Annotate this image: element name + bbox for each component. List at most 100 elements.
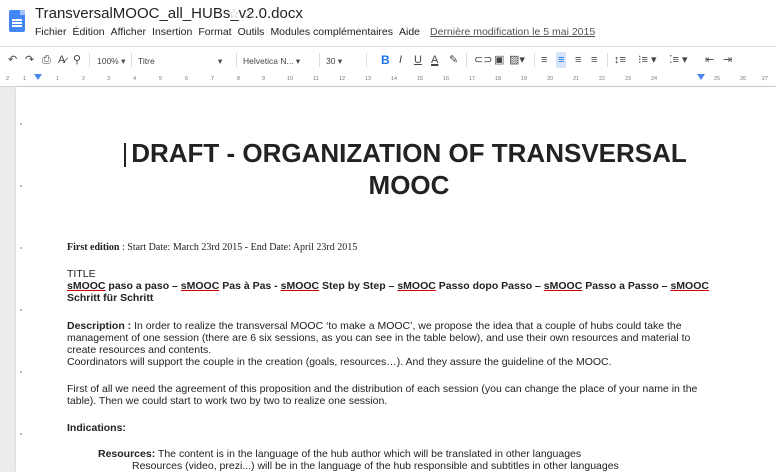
bold-icon[interactable]: B (381, 52, 390, 68)
ruler-mark: 4 (133, 76, 137, 82)
app-header: TransversalMOOC_all_HUBs_v2.0.docx ☆ ⛬ F… (0, 0, 776, 46)
edition-paragraph[interactable]: First edition : Start Date: March 23rd 2… (67, 242, 767, 254)
print-icon[interactable]: ⎙ (42, 52, 51, 68)
right-indent-marker[interactable] (697, 74, 705, 80)
italic-icon[interactable]: I (399, 52, 402, 68)
ruler-mark: 2 (6, 76, 10, 82)
description-line-2[interactable]: management of one session (there are 6 s… (67, 332, 767, 344)
title-part: Pas à Pas - (219, 280, 281, 292)
title-translations-line[interactable]: sMOOC paso a paso – sMOOC Pas à Pas - sM… (67, 280, 767, 292)
underline-icon[interactable]: U (414, 52, 422, 68)
align-justify-icon[interactable]: ≡ (591, 52, 597, 68)
zoom-select[interactable]: 100% ▾ (97, 53, 125, 69)
style-select[interactable]: Titre ▾ (138, 53, 228, 69)
increase-indent-icon[interactable]: ⇥ (723, 52, 732, 68)
align-right-icon[interactable]: ≡ (575, 52, 581, 68)
ruler-mark: 9 (262, 76, 266, 82)
image-icon[interactable]: ▨▾ (509, 52, 525, 68)
ruler-mark: 26 (740, 76, 747, 82)
menu-file[interactable]: Fichier (35, 26, 67, 38)
align-left-icon[interactable]: ≡ (541, 52, 547, 68)
smooc-word: sMOOC (670, 280, 709, 292)
document-page[interactable]: DRAFT - ORGANIZATION OF TRANSVERSAL MOOC… (16, 87, 776, 472)
font-select[interactable]: Helvetica N... ▾ (243, 53, 323, 69)
title-heading[interactable]: TITLE (67, 268, 767, 280)
agreement-line-2[interactable]: table). Then we could start to work two … (67, 395, 767, 407)
bulleted-list-icon[interactable]: ⁚≡ ▾ (669, 52, 688, 68)
ruler-mark: 16 (443, 76, 450, 82)
heading-line-1: DRAFT - ORGANIZATION OF TRANSVERSAL (131, 138, 687, 168)
size-value: 30 (326, 56, 336, 66)
numbered-list-icon[interactable]: ⁝≡ ▾ (638, 52, 657, 68)
resources-subline[interactable]: Resources (video, prezi...) will be in t… (132, 460, 776, 472)
docs-logo-icon[interactable] (9, 10, 25, 32)
menu-insert[interactable]: Insertion (152, 26, 192, 38)
document-heading[interactable]: DRAFT - ORGANIZATION OF TRANSVERSAL MOOC (104, 137, 714, 201)
document-title[interactable]: TransversalMOOC_all_HUBs_v2.0.docx (35, 5, 303, 22)
description-line-1: In order to realize the transversal MOOC… (131, 320, 682, 332)
ruler-mark: 21 (573, 76, 580, 82)
menu-bar: Fichier Édition Afficher Insertion Forma… (35, 26, 601, 38)
link-icon[interactable]: ⊂⊃ (474, 52, 492, 68)
undo-icon[interactable]: ↶ (8, 52, 17, 68)
redo-icon[interactable]: ↷ (25, 52, 34, 68)
star-icon[interactable]: ☆ (228, 6, 240, 22)
font-value: Helvetica N... (243, 56, 294, 66)
smooc-word: sMOOC (180, 280, 220, 292)
chevron-down-icon: ▾ (218, 56, 223, 66)
decrease-indent-icon[interactable]: ⇤ (705, 52, 714, 68)
menu-view[interactable]: Afficher (111, 26, 146, 38)
ruler-mark: 14 (391, 76, 398, 82)
align-center-icon[interactable]: ≡ (556, 52, 567, 68)
left-indent-marker[interactable] (34, 74, 42, 80)
menu-addons[interactable]: Modules complémentaires (270, 26, 393, 38)
ruler-mark: 11 (313, 76, 319, 82)
title-part: Step by Step – (319, 280, 398, 292)
ruler-mark: 22 (599, 76, 606, 82)
description-line-4[interactable]: Coordinators will support the couple in … (67, 356, 767, 368)
menu-edit[interactable]: Édition (73, 26, 105, 38)
edition-text: : Start Date: March 23rd 2015 - End Date… (119, 242, 358, 253)
highlight-icon[interactable]: ✎ (449, 52, 458, 68)
ruler-mark: 5 (159, 76, 163, 82)
ruler-mark: 20 (547, 76, 554, 82)
text-color-icon[interactable]: A (431, 52, 438, 68)
smooc-word: sMOOC (67, 280, 106, 292)
indications-heading[interactable]: Indications: (67, 422, 767, 434)
smooc-word: sMOOC (280, 280, 320, 292)
heading-line-2: MOOC (368, 170, 450, 200)
ruler-mark: 27 (762, 76, 769, 82)
resources-text: The content is in the language of the hu… (155, 448, 582, 460)
size-select[interactable]: 30 ▾ (326, 53, 342, 69)
line-spacing-icon[interactable]: ↕≡ (614, 52, 626, 68)
smooc-word: sMOOC (397, 280, 436, 292)
ruler-mark: 23 (625, 76, 632, 82)
paint-format-icon[interactable]: ⚲ (73, 52, 81, 68)
ruler[interactable]: 2 1 1 2 3 4 5 6 7 8 9 10 11 12 13 14 15 … (0, 73, 776, 87)
comment-icon[interactable]: ▣ (494, 52, 504, 68)
menu-tools[interactable]: Outils (238, 26, 265, 38)
ruler-mark: 8 (237, 76, 241, 82)
menu-format[interactable]: Format (198, 26, 231, 38)
ruler-mark: 12 (339, 76, 346, 82)
toolbar: ↶ ↷ ⎙ A̷ ⚲ 100% ▾ Titre ▾ Helvetica N... … (0, 46, 776, 74)
spellcheck-icon[interactable]: A̷ (58, 52, 65, 68)
resources-paragraph[interactable]: Resources: The content is in the languag… (98, 448, 776, 460)
resources-label: Resources: (98, 448, 156, 460)
ruler-mark: 13 (365, 76, 372, 82)
move-to-folder-icon[interactable]: ⛬ (245, 6, 254, 22)
description-paragraph[interactable]: Description : In order to realize the tr… (67, 320, 767, 332)
menu-help[interactable]: Aide (399, 26, 420, 38)
ruler-mark: 2 (82, 76, 86, 82)
description-line-3[interactable]: create resources and contents. (67, 344, 767, 356)
ruler-mark: 24 (651, 76, 658, 82)
ruler-mark: 1 (23, 76, 27, 82)
ruler-mark: 19 (521, 76, 528, 82)
page-margin-marks (20, 87, 22, 472)
title-translations-line-2[interactable]: Schritt für Schritt (67, 292, 767, 304)
title-part: Passo a Passo – (582, 280, 671, 292)
agreement-line-1[interactable]: First of all we need the agreement of th… (67, 383, 767, 395)
smooc-word: sMOOC (543, 280, 583, 292)
last-modified-link[interactable]: Dernière modification le 5 mai 2015 (430, 26, 595, 38)
ruler-mark: 7 (211, 76, 215, 82)
